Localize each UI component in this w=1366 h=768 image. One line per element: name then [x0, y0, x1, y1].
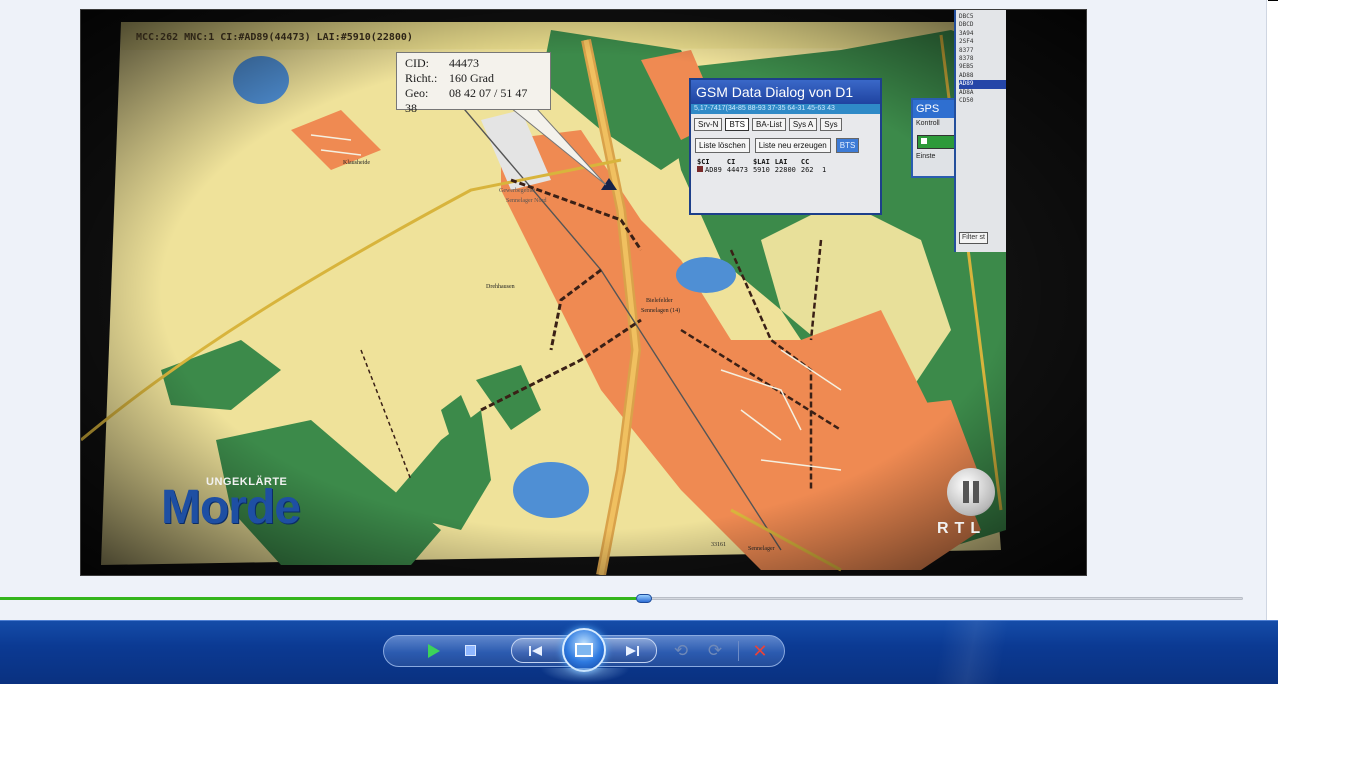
gsm-col-lai: LAI [774, 158, 788, 166]
gsm-rebuild-list-button: Liste neu erzeugen [754, 138, 831, 153]
callout-geo-key: Geo: [405, 86, 429, 100]
table-cell: 262 1 [801, 166, 831, 174]
gsm-tab-sys: Sys [820, 118, 842, 131]
edge-mark [1268, 0, 1278, 1]
list-item-selected: AD89 [959, 80, 1006, 89]
gsm-dialog-subtitle: 5,17-7417(34-85 88-93 37-35 64-31 45-63 … [691, 104, 880, 114]
list-item: 9EB5 [959, 63, 974, 71]
filter-button: Filter st [959, 232, 988, 245]
cell-list-panel: DBC5 DBCD 3A94 2SF4 8377 8378 9EB5 AD88 … [954, 10, 1006, 252]
control-divider [738, 641, 739, 661]
previous-button[interactable] [524, 642, 548, 660]
gsm-col-slai: $LAI [752, 158, 770, 166]
row-color-swatch [697, 166, 703, 172]
seek-bar-progress [0, 597, 636, 600]
window-right-edge [1266, 0, 1279, 626]
list-item: DBC5 [959, 13, 974, 20]
list-item: AD8A [959, 88, 974, 96]
list-item: 8377 [959, 46, 974, 54]
stop-button[interactable] [465, 645, 476, 656]
map-label-gewerbegebiet: Gewerbegebiet [499, 188, 536, 194]
list-item: 2SF4 [959, 38, 974, 46]
gsm-clear-list-button: Liste löschen [695, 138, 750, 153]
video-frame[interactable]: Klausheide Gewerbegebiet Sennelager Nord… [80, 9, 1087, 576]
switch-to-now-playing-button[interactable] [562, 628, 606, 672]
gsm-buttons: Liste löschen Liste neu erzeugen BTS [691, 131, 880, 153]
list-item: AD88 [959, 71, 974, 79]
map-label-road: 33161 [711, 542, 726, 548]
gsm-tab-sys-a: Sys A [788, 118, 818, 131]
gps-checkbox-icon [921, 138, 927, 144]
list-item: DBCD [959, 21, 974, 29]
gsm-col-cc: CC [800, 158, 810, 166]
close-icon: ✕ [752, 640, 768, 661]
next-button[interactable] [620, 642, 644, 660]
close-button[interactable]: ✕ [750, 641, 770, 661]
table-cell: AD89 [705, 166, 722, 174]
gsm-tabs: Srv-N BTS BA-List Sys A Sys [691, 114, 880, 131]
table-cell: 5910 [752, 166, 770, 174]
show-logo-title: Morde [161, 481, 301, 534]
gsm-tab-bts: BTS [725, 118, 750, 131]
map-label-klausheide: Klausheide [343, 160, 370, 166]
gsm-tab-ba-list: BA-List [752, 118, 786, 131]
gsm-tab-srvn: Srv-N [694, 118, 723, 131]
map-label-sennelager-nord: Sennelager Nord [506, 198, 547, 204]
play-button[interactable] [424, 640, 444, 662]
forward-button[interactable]: ⟳ [705, 641, 725, 661]
list-item: 3A94 [959, 29, 974, 37]
show-logo-subtitle: UNGEKLÄRTE [206, 476, 288, 488]
channel-logo-text: RTL [937, 520, 987, 537]
cell-callout: CID: 44473 Richt.: 160 Grad Geo: 08 42 07 /… [396, 52, 551, 115]
gsm-col-sci: $CI [697, 158, 710, 166]
table-row: AD89 44473 5910 22800 262 1 [697, 166, 831, 174]
rtl-logo-icon [947, 468, 995, 516]
callout-cid-value: 44473 [449, 56, 479, 70]
table-cell-extra: 1 [821, 166, 827, 174]
table-cell-cc: 262 [800, 166, 814, 174]
gsm-bts-button: BTS [835, 138, 860, 153]
now-playing-icon [575, 643, 593, 657]
list-item: CD50 [959, 97, 974, 105]
map-label-sennelager-south: Sennelager [748, 546, 775, 552]
replay-button[interactable]: ⟲ [671, 641, 691, 661]
list-item: 8378 [959, 55, 974, 63]
table-cell: 44473 [726, 166, 748, 174]
gsm-dialog-title: GSM Data Dialog von D1 [691, 80, 880, 104]
gsm-col-ci: CI [726, 158, 736, 166]
gsm-table: $CI CI $LAI LAI CC AD89 44473 5910 22800… [697, 158, 831, 174]
forward-icon: ⟳ [707, 641, 723, 660]
map-label-drehhausen: Drehhausen [486, 284, 515, 290]
now-playing-glow [540, 668, 630, 683]
seek-thumb[interactable] [636, 594, 652, 603]
next-icon [626, 646, 639, 656]
media-player-window: Klausheide Gewerbegebiet Sennelager Nord… [0, 0, 1279, 684]
cell-info-bar: MCC:262 MNC:1 CI:#AD89(44473) LAI:#5910(… [136, 32, 413, 43]
previous-icon [529, 646, 542, 656]
table-cell: 22800 [774, 166, 796, 174]
map-label-bielefelder: Bielefelder [646, 297, 673, 304]
map-label-sennelagen: Sennelagen (14) [641, 307, 680, 314]
callout-richt-key: Richt.: [405, 71, 438, 85]
gsm-dialog: GSM Data Dialog von D1 5,17-7417(34-85 8… [689, 78, 882, 215]
callout-cid-key: CID: [405, 56, 429, 70]
replay-icon: ⟲ [673, 641, 689, 660]
callout-richt-value: 160 Grad [449, 71, 494, 85]
